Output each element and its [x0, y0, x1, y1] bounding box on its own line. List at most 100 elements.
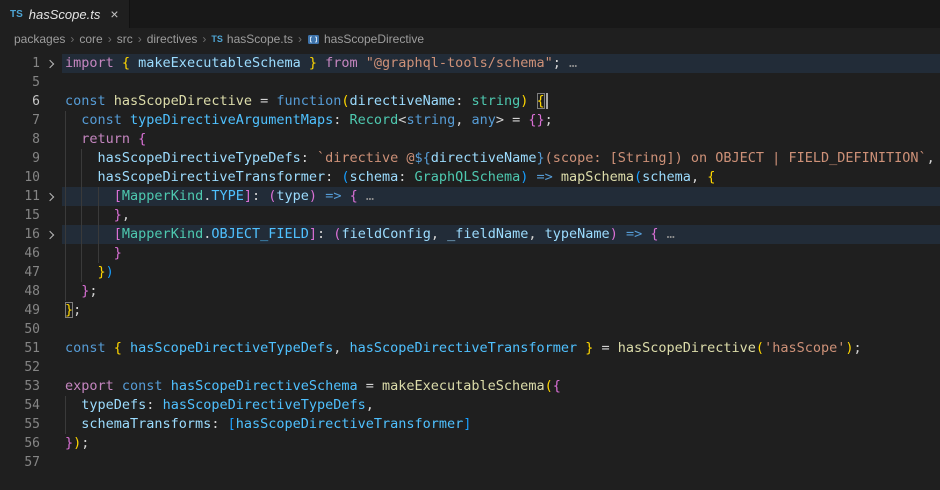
code-line[interactable]: 54 typeDefs: hasScopeDirectiveTypeDefs,	[0, 396, 940, 415]
code-line[interactable]: 16 [MapperKind.OBJECT_FIELD]: (fieldConf…	[0, 225, 940, 244]
editor[interactable]: 1import { makeExecutableSchema } from "@…	[0, 50, 940, 490]
code-token: ,	[927, 150, 935, 166]
code-token: TYPE	[211, 188, 244, 204]
breadcrumb-item-hasscope-ts[interactable]: TShasScope.ts	[211, 32, 293, 46]
line-number: 10	[0, 168, 40, 187]
code-line-content[interactable]: const hasScopeDirective = function(direc…	[62, 92, 940, 111]
code-line[interactable]: 51 const { hasScopeDirectiveTypeDefs, has…	[0, 339, 940, 358]
code-token: hasScopeDirectiveTypeDefs	[130, 340, 333, 356]
breadcrumb-item-directives[interactable]: directives	[147, 32, 198, 46]
code-line[interactable]: 46 }	[0, 244, 940, 263]
fold-gutter	[40, 206, 62, 225]
code-token	[65, 416, 81, 432]
code-token: any	[471, 112, 495, 128]
code-line-content[interactable]: }	[62, 244, 940, 263]
code-line[interactable]: 10 hasScopeDirectiveTransformer: (schema…	[0, 168, 940, 187]
code-line-content[interactable]: export const hasScopeDirectiveSchema = m…	[62, 377, 940, 396]
fold-chevron-icon[interactable]	[40, 187, 62, 206]
code-token: string	[406, 112, 455, 128]
chevron-separator-icon: ›	[136, 32, 144, 46]
code-line-content[interactable]	[62, 358, 940, 377]
code-line[interactable]: 52	[0, 358, 940, 377]
code-token: ;	[553, 55, 561, 71]
code-line-content[interactable]: };	[62, 301, 940, 320]
breadcrumb-item-core[interactable]: core	[79, 32, 102, 46]
code-token: schema	[350, 169, 399, 185]
code-token: {	[138, 131, 146, 147]
code-line[interactable]: 9 hasScopeDirectiveTypeDefs: `directive …	[0, 149, 940, 168]
code-line[interactable]: 53 export const hasScopeDirectiveSchema =…	[0, 377, 940, 396]
code-token: `directive @	[317, 150, 415, 166]
code-token: [	[228, 416, 236, 432]
code-line-content[interactable]: })	[62, 263, 940, 282]
line-number: 54	[0, 396, 40, 415]
code-token: …	[358, 188, 374, 204]
code-line-content[interactable]: return {	[62, 130, 940, 149]
code-line[interactable]: 57	[0, 453, 940, 472]
breadcrumb-item-hasscopedirective[interactable]: hasScopeDirective	[307, 32, 424, 46]
code-line[interactable]: 8 return {	[0, 130, 940, 149]
close-icon[interactable]: ×	[110, 7, 118, 21]
breadcrumb-item-packages[interactable]: packages	[14, 32, 65, 46]
code-line-content[interactable]: typeDefs: hasScopeDirectiveTypeDefs,	[62, 396, 940, 415]
indent-guide	[65, 111, 66, 130]
fold-chevron-icon[interactable]	[40, 225, 62, 244]
tab-hasscope[interactable]: TS hasScope.ts ×	[0, 0, 130, 28]
code-line-content[interactable]: import { makeExecutableSchema } from "@g…	[62, 54, 940, 73]
code-token: hasScopeDirectiveSchema	[171, 378, 358, 394]
code-line-content[interactable]: [MapperKind.TYPE]: (type) => { …	[62, 187, 940, 206]
fold-gutter	[40, 377, 62, 396]
code-token	[65, 283, 81, 299]
code-line[interactable]: 15 },	[0, 206, 940, 225]
code-line[interactable]: 49};	[0, 301, 940, 320]
fold-gutter	[40, 396, 62, 415]
fold-chevron-icon[interactable]	[40, 54, 62, 73]
code-token: function	[276, 93, 341, 109]
breadcrumb-label: packages	[14, 32, 65, 46]
code-line-content[interactable]: const { hasScopeDirectiveTypeDefs, hasSc…	[62, 339, 940, 358]
code-line[interactable]: 7 const typeDirectiveArgumentMaps: Recor…	[0, 111, 940, 130]
line-number: 51	[0, 339, 40, 358]
code-line[interactable]: 48 };	[0, 282, 940, 301]
code-token: )	[520, 93, 536, 109]
code-line[interactable]: 47 })	[0, 263, 940, 282]
code-line[interactable]: 1import { makeExecutableSchema } from "@…	[0, 54, 940, 73]
code-line-content[interactable]: hasScopeDirectiveTypeDefs: `directive @$…	[62, 149, 940, 168]
code-token: string	[471, 93, 520, 109]
code-token: OBJECT_FIELD	[211, 226, 309, 242]
code-line[interactable]: 6const hasScopeDirective = function(dire…	[0, 92, 940, 111]
line-number: 15	[0, 206, 40, 225]
indent-guide	[65, 130, 66, 149]
code-line-content[interactable]	[62, 320, 940, 339]
code-token: from	[317, 55, 366, 71]
code-token: MapperKind	[122, 226, 203, 242]
symbol-variable-icon	[307, 33, 320, 46]
code-token: ]	[244, 188, 252, 204]
code-token: typeName	[545, 226, 610, 242]
code-line-content[interactable]: [MapperKind.OBJECT_FIELD]: (fieldConfig,…	[62, 225, 940, 244]
code-line[interactable]: 56});	[0, 434, 940, 453]
breadcrumb-label: core	[79, 32, 102, 46]
line-number: 47	[0, 263, 40, 282]
code-line[interactable]: 55 schemaTransforms: [hasScopeDirectiveT…	[0, 415, 940, 434]
code-line-content[interactable]: hasScopeDirectiveTransformer: (schema: G…	[62, 168, 940, 187]
code-line-content[interactable]	[62, 73, 940, 92]
fold-gutter	[40, 358, 62, 377]
code-line-content[interactable]: const typeDirectiveArgumentMaps: Record<…	[62, 111, 940, 130]
code-line[interactable]: 50	[0, 320, 940, 339]
code-line-content[interactable]: };	[62, 282, 940, 301]
code-line-content[interactable]: schemaTransforms: [hasScopeDirectiveTran…	[62, 415, 940, 434]
code-token: :	[146, 397, 162, 413]
line-number: 49	[0, 301, 40, 320]
line-number: 53	[0, 377, 40, 396]
fold-gutter	[40, 73, 62, 92]
line-number: 56	[0, 434, 40, 453]
code-token: =	[252, 93, 276, 109]
tab-bar: TS hasScope.ts ×	[0, 0, 940, 28]
code-line-content[interactable]: });	[62, 434, 940, 453]
breadcrumb-item-src[interactable]: src	[117, 32, 133, 46]
code-line[interactable]: 11 [MapperKind.TYPE]: (type) => { …	[0, 187, 940, 206]
code-line-content[interactable]	[62, 453, 940, 472]
code-line[interactable]: 5	[0, 73, 940, 92]
code-line-content[interactable]: },	[62, 206, 940, 225]
